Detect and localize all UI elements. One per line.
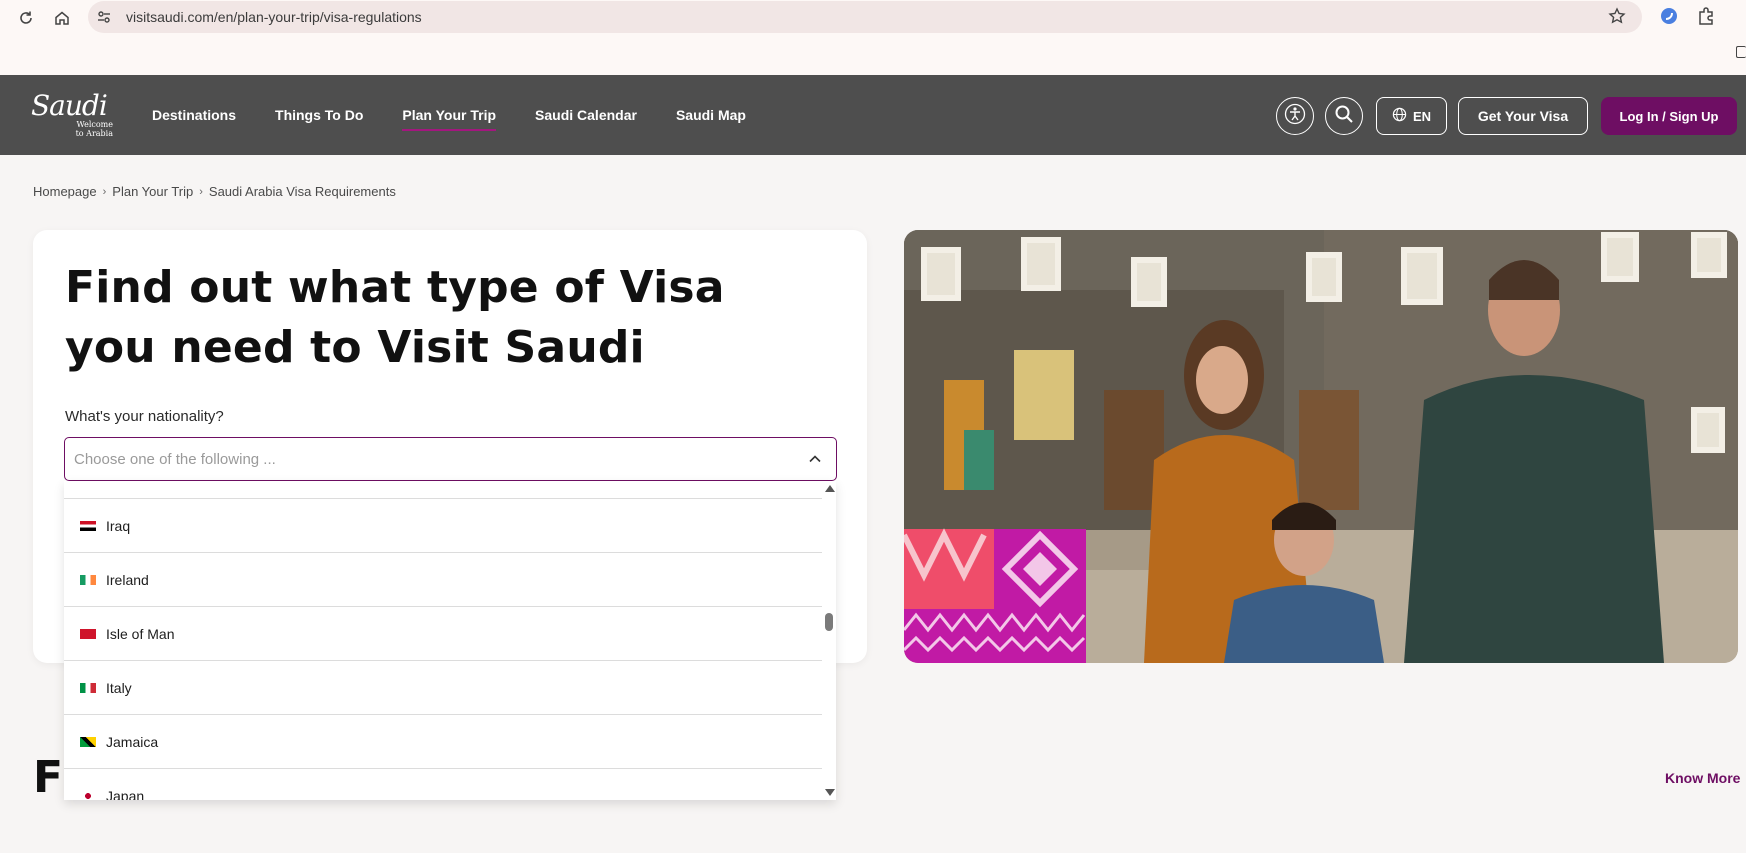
home-icon[interactable] <box>49 5 75 31</box>
nationality-option-label: Iraq <box>106 517 131 534</box>
nationality-placeholder: Choose one of the following ... <box>74 450 276 468</box>
search-button[interactable] <box>1325 97 1363 135</box>
flag-icon <box>80 736 96 747</box>
nationality-option-label: Ireland <box>106 571 149 588</box>
bookmark-star-icon[interactable] <box>1608 7 1626 29</box>
nationality-label: What's your nationality? <box>65 408 224 425</box>
nationality-option[interactable]: Ireland <box>64 553 822 607</box>
search-icon <box>1334 104 1354 128</box>
nav-things-to-do[interactable]: Things To Do <box>275 101 363 129</box>
scrollbar-thumb[interactable] <box>825 613 833 631</box>
accessibility-icon <box>1284 103 1306 129</box>
hero-image <box>904 230 1738 663</box>
get-visa-button[interactable]: Get Your Visa <box>1458 97 1588 135</box>
nationality-option[interactable]: Isle of Man <box>64 607 822 661</box>
scroll-down-arrow-icon[interactable] <box>825 789 835 796</box>
nationality-option[interactable]: Jamaica <box>64 715 822 769</box>
site-settings-icon[interactable] <box>94 9 114 25</box>
nav-saudi-map[interactable]: Saudi Map <box>676 101 746 129</box>
login-signup-button[interactable]: Log In / Sign Up <box>1601 97 1737 135</box>
breadcrumb-plan-your-trip[interactable]: Plan Your Trip <box>112 184 193 199</box>
site-header: Saudi Welcome to Arabia Destinations Thi… <box>0 75 1746 155</box>
saudi-logo[interactable]: Saudi Welcome to Arabia <box>31 92 115 140</box>
nationality-option-label: Italy <box>106 679 132 696</box>
page-title: Find out what type of Visa you need to V… <box>65 262 725 373</box>
browser-chrome: visitsaudi.com/en/plan-your-trip/visa-re… <box>0 0 1746 75</box>
know-more-link[interactable]: Know More <box>1665 770 1740 786</box>
nationality-option[interactable]: Iraq <box>64 499 822 553</box>
language-label: EN <box>1412 108 1432 124</box>
reload-icon[interactable] <box>13 5 39 31</box>
globe-icon <box>1392 107 1407 125</box>
nationality-options: Iraq Ireland Isle of Man Italy Jamaica Japan <box>64 481 822 800</box>
bookmarks-folder-icon[interactable] <box>1736 46 1746 58</box>
nationality-option-label: Isle of Man <box>106 625 175 642</box>
nationality-dropdown[interactable]: Iraq Ireland Isle of Man Italy Jamaica Japan <box>64 481 836 800</box>
nationality-option[interactable] <box>64 481 822 499</box>
accessibility-button[interactable] <box>1276 97 1314 135</box>
chevron-right-icon: › <box>199 185 203 198</box>
nationality-option-label: Jamaica <box>106 733 159 750</box>
breadcrumb-current: Saudi Arabia Visa Requirements <box>208 184 396 199</box>
extension-icon[interactable] <box>1659 6 1679 30</box>
breadcrumb: Homepage › Plan Your Trip › Saudi Arabia… <box>33 184 396 199</box>
main-nav: Destinations Things To Do Plan Your Trip… <box>152 75 785 155</box>
address-bar[interactable]: visitsaudi.com/en/plan-your-trip/visa-re… <box>88 1 1642 33</box>
flag-icon <box>80 790 96 800</box>
scroll-up-arrow-icon[interactable] <box>825 485 835 492</box>
nav-saudi-calendar[interactable]: Saudi Calendar <box>535 101 637 129</box>
breadcrumb-homepage[interactable]: Homepage <box>33 184 97 199</box>
nationality-option-label: Japan <box>106 787 145 801</box>
chevron-right-icon: › <box>102 185 107 198</box>
nationality-select[interactable]: Choose one of the following ... <box>64 437 837 481</box>
puzzle-icon[interactable] <box>1696 6 1716 30</box>
flag-icon <box>80 520 96 531</box>
chevron-up-icon[interactable] <box>808 451 822 470</box>
flag-icon <box>80 682 96 693</box>
language-button[interactable]: EN <box>1376 97 1447 135</box>
flag-icon <box>80 574 96 585</box>
nationality-option[interactable]: Italy <box>64 661 822 715</box>
flag-icon <box>80 628 96 639</box>
url-text[interactable]: visitsaudi.com/en/plan-your-trip/visa-re… <box>126 9 422 25</box>
nationality-option[interactable]: Japan <box>64 769 822 800</box>
nav-plan-your-trip[interactable]: Plan Your Trip <box>402 101 496 131</box>
family-photo <box>904 230 1738 663</box>
dropdown-scrollbar[interactable] <box>822 481 836 800</box>
nav-destinations[interactable]: Destinations <box>152 101 236 129</box>
